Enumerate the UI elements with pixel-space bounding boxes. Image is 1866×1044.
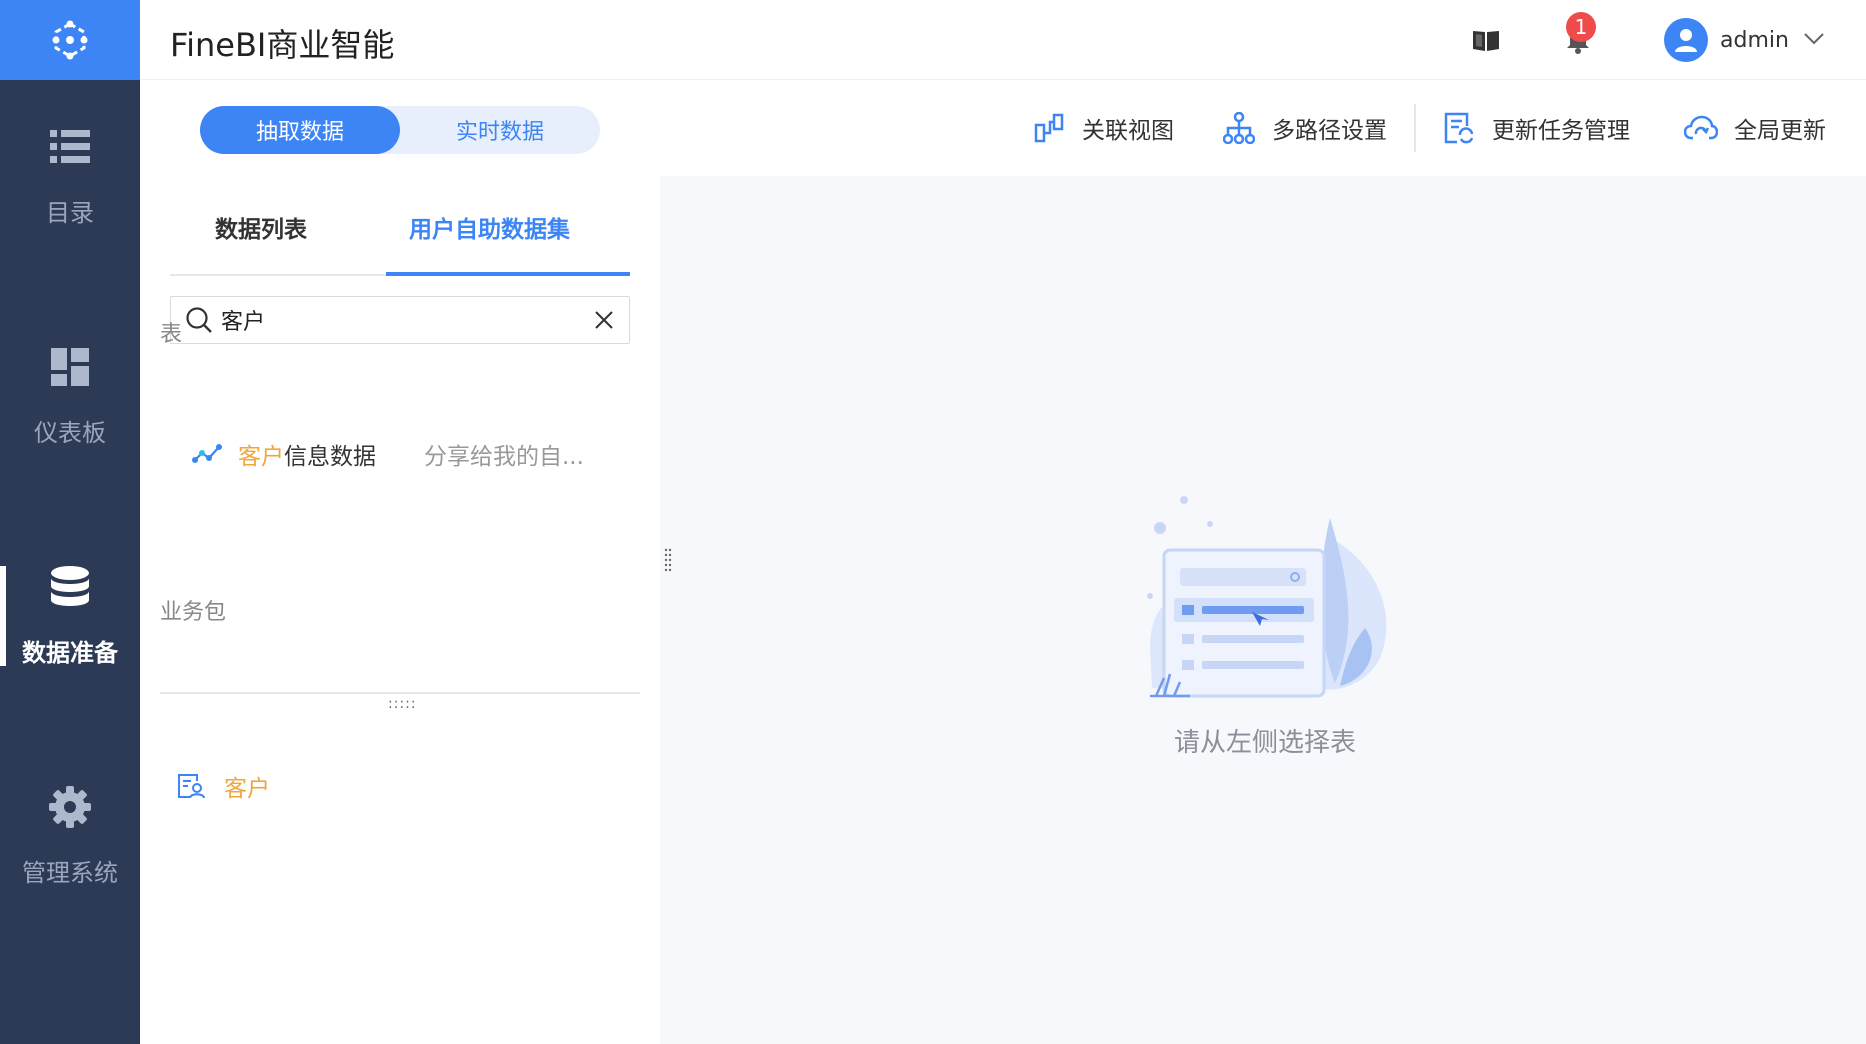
tables-section-label: 表: [160, 322, 183, 347]
search-box: [170, 296, 630, 344]
search-match: 客户: [238, 444, 284, 470]
user-name: admin: [1720, 27, 1789, 53]
app-title: FineBI商业智能: [170, 26, 395, 64]
global-update-button[interactable]: 全局更新: [1684, 108, 1826, 148]
sidebar-item-dashboard[interactable]: 仪表板: [0, 316, 140, 476]
task-update-icon: [1442, 111, 1476, 145]
multipath-settings-button[interactable]: 多路径设置: [1222, 108, 1387, 148]
clear-search-icon[interactable]: [589, 305, 619, 335]
empty-state-illustration: [1147, 496, 1387, 698]
table-row[interactable]: 客户信息数据 分享给我的自...: [190, 434, 650, 474]
realtime-data-button[interactable]: 实时数据: [400, 106, 600, 154]
user-menu[interactable]: admin: [1664, 18, 1825, 62]
self-service-dataset-icon: [190, 437, 224, 471]
packages-section-label: 业务包: [160, 600, 227, 625]
dataset-tabs: 数据列表 用户自助数据集: [170, 176, 630, 276]
toolbar-label: 更新任务管理: [1492, 118, 1630, 144]
relation-view-button[interactable]: 关联视图: [1032, 108, 1174, 148]
sidebar-item-label: 管理系统: [22, 858, 118, 887]
active-tab-indicator: [386, 272, 630, 276]
search-input[interactable]: [221, 307, 581, 333]
tab-data-list[interactable]: 数据列表: [215, 210, 307, 244]
table-share-info: 分享给我的自...: [424, 444, 584, 470]
notification-badge: 1: [1566, 12, 1596, 42]
sidebar-item-data-prep[interactable]: 数据准备: [0, 536, 140, 696]
sidebar-item-label: 仪表板: [34, 418, 106, 447]
app-root: 目录 仪表板 数据准备 管理系统 FineBI商业智能 1 admin 抽取数据…: [0, 0, 1866, 1044]
business-package-icon: [174, 769, 208, 803]
toolbar-label: 关联视图: [1082, 118, 1174, 144]
sidebar-item-label: 目录: [46, 198, 94, 227]
top-header: FineBI商业智能 1 admin: [140, 0, 1866, 80]
sidebar-item-catalog[interactable]: 目录: [0, 96, 140, 256]
avatar: [1664, 18, 1708, 62]
dataset-panel: 数据列表 用户自助数据集 表: [140, 176, 660, 1044]
extract-data-button[interactable]: 抽取数据: [200, 106, 400, 154]
toolbar-label: 全局更新: [1734, 118, 1826, 144]
package-name: 客户: [224, 776, 270, 802]
search-icon: [181, 302, 217, 338]
gear-icon: [48, 785, 92, 829]
tab-self-service-dataset[interactable]: 用户自助数据集: [409, 210, 570, 244]
table-name: 客户信息数据: [238, 437, 376, 471]
book-icon[interactable]: [1468, 22, 1504, 58]
relation-view-icon: [1032, 111, 1066, 145]
vertical-splitter-handle-icon[interactable]: [664, 548, 672, 574]
data-mode-switch: 抽取数据 实时数据: [200, 106, 600, 154]
dashboard-icon: [48, 345, 92, 389]
panel-splitter[interactable]: [160, 692, 640, 694]
empty-state-message: 请从左侧选择表: [1173, 728, 1356, 758]
table-name-rest: 信息数据: [284, 444, 376, 470]
chevron-down-icon: [1803, 31, 1825, 50]
sidebar-item-label: 数据准备: [22, 638, 118, 667]
sidebar-item-management[interactable]: 管理系统: [0, 756, 140, 916]
logo-icon: [52, 20, 88, 60]
sidebar: 目录 仪表板 数据准备 管理系统: [0, 0, 140, 1044]
toolbar-divider: [1414, 104, 1416, 152]
package-row[interactable]: 客户: [174, 766, 270, 806]
multipath-icon: [1222, 111, 1256, 145]
app-logo[interactable]: [0, 0, 140, 80]
splitter-handle-icon[interactable]: :::::: [388, 696, 417, 712]
toolbar-label: 多路径设置: [1272, 118, 1387, 144]
database-icon: [48, 565, 92, 609]
update-task-management-button[interactable]: 更新任务管理: [1442, 108, 1630, 148]
list-icon: [48, 125, 92, 169]
cloud-refresh-icon: [1684, 111, 1718, 145]
